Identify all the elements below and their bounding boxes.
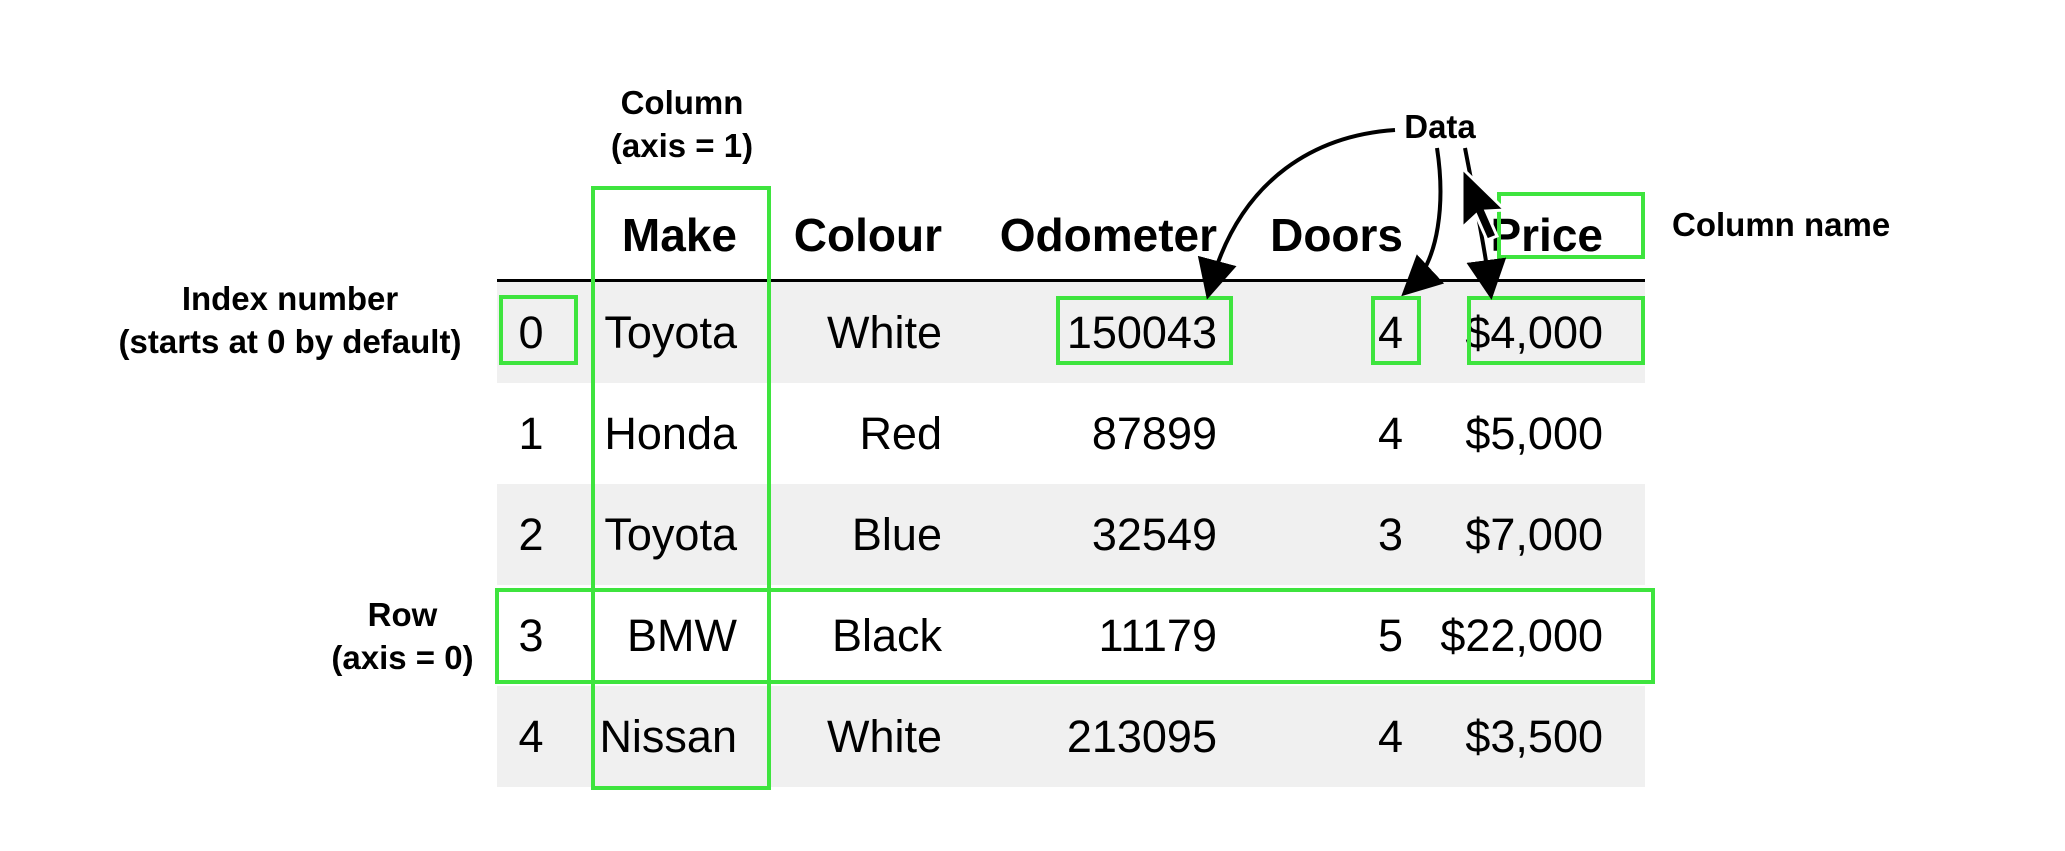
index-annotation-line1: Index number [181,280,399,317]
column-name-annotation: Column name [1672,206,1891,243]
arrow-to-doors [1401,147,1445,297]
arrows-layer [1197,128,1509,300]
column-annotation-line2: (axis = 1) [610,126,754,164]
column-annotation-line1: Column [620,84,744,121]
arrow-to-odometer [1197,128,1396,300]
column-annotation: Column (axis = 1) [590,82,774,168]
index-annotation: Index number (starts at 0 by default) [95,278,485,364]
row-annotation: Row (axis = 0) [315,594,490,680]
cursor-icon [1460,164,1509,242]
row-annotation-line2: (axis = 0) [331,638,474,676]
data-annotation: Data [1404,108,1476,145]
index-annotation-line2: (starts at 0 by default) [118,322,462,360]
row-annotation-line1: Row [367,596,438,633]
